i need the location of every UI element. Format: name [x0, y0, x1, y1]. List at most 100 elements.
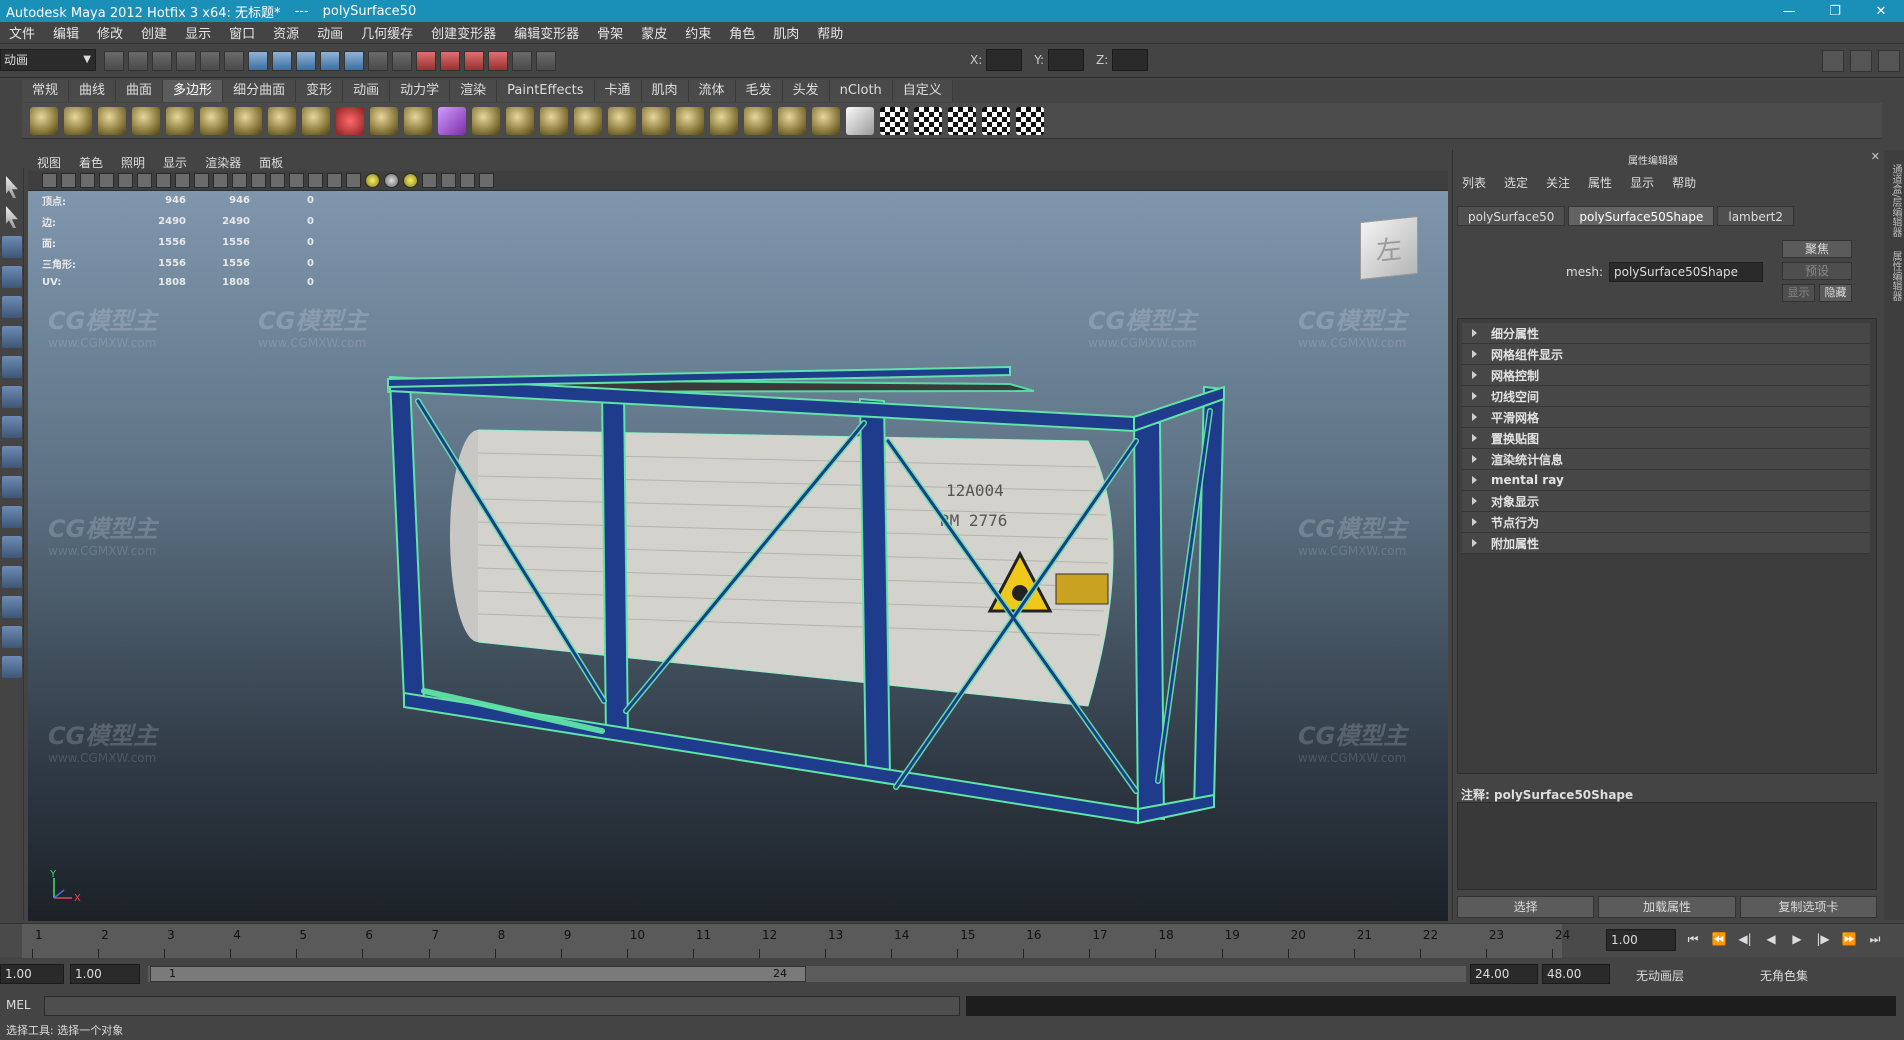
render-view-icon[interactable] [416, 51, 436, 71]
attribute-editor-toggle-icon[interactable] [1822, 50, 1844, 72]
menu-create-deformers[interactable]: 创建变形器 [422, 23, 505, 42]
uv-cylindrical-icon[interactable] [914, 107, 942, 135]
move-tool-icon[interactable] [2, 266, 22, 288]
playback-start-field[interactable]: 1.00 [70, 964, 140, 984]
section-smooth-mesh[interactable]: 平滑网格 [1462, 407, 1870, 428]
paint-select-tool-icon[interactable] [2, 236, 22, 258]
safe-action-icon[interactable] [251, 173, 266, 188]
menu-modify[interactable]: 修改 [88, 23, 132, 42]
shelf-tab-surfaces[interactable]: 曲面 [116, 80, 164, 102]
shelf-tab-dynamics[interactable]: 动力学 [390, 80, 451, 102]
split-polygon-icon[interactable] [574, 107, 602, 135]
menu-create[interactable]: 创建 [132, 23, 176, 42]
merge-vertices-icon[interactable] [710, 107, 738, 135]
select-hierarchy-icon[interactable] [176, 51, 196, 71]
panel-menu-renderer[interactable]: 渲染器 [196, 154, 250, 171]
scale-tool-icon[interactable] [2, 326, 22, 348]
use-all-lights-icon[interactable] [384, 173, 399, 188]
uv-spherical-icon[interactable] [948, 107, 976, 135]
poly-cylinder-icon[interactable] [98, 107, 126, 135]
show-button[interactable]: 显示 [1782, 284, 1815, 302]
snap-grid-icon[interactable] [248, 51, 268, 71]
wireframe-on-shaded-icon[interactable] [327, 173, 342, 188]
load-attributes-button[interactable]: 加载属性 [1598, 896, 1736, 918]
manipulator-tool-icon[interactable] [2, 356, 22, 378]
range-bar[interactable]: 1 24 [148, 966, 1466, 982]
shelf-tab-painteffects[interactable]: PaintEffects [497, 80, 595, 102]
ae-menu-help[interactable]: 帮助 [1663, 174, 1705, 191]
anim-layer-label[interactable]: 无动画层 [1636, 967, 1684, 984]
section-displacement-map[interactable]: 置换贴图 [1462, 428, 1870, 449]
tab-material[interactable]: lambert2 [1717, 206, 1795, 226]
insert-edge-loop-icon[interactable] [608, 107, 636, 135]
command-input[interactable] [44, 996, 960, 1016]
shelf-tab-general[interactable]: 常规 [22, 80, 70, 102]
section-extra-attributes[interactable]: 附加属性 [1462, 533, 1870, 554]
ae-menu-selected[interactable]: 选定 [1495, 174, 1537, 191]
bridge-icon[interactable] [506, 107, 534, 135]
select-button[interactable]: 选择 [1457, 896, 1595, 918]
reduce-icon[interactable] [812, 107, 840, 135]
bookmark-icon[interactable] [80, 173, 95, 188]
render-current-icon[interactable] [440, 51, 460, 71]
section-render-stats[interactable]: 渲染统计信息 [1462, 449, 1870, 470]
last-tool-icon[interactable] [2, 446, 22, 468]
menu-skin[interactable]: 蒙皮 [632, 23, 676, 42]
step-back-frame-button[interactable]: ◀| [1736, 932, 1754, 947]
step-forward-key-button[interactable]: ⏩ [1840, 932, 1858, 947]
menu-skeleton[interactable]: 骨架 [588, 23, 632, 42]
time-ruler[interactable]: 1 2 3 4 5 6 7 8 9 10 11 12 13 14 15 16 17 18 19 20 21 22 23 24 [22, 924, 1570, 958]
gate-mask-icon[interactable] [213, 173, 228, 188]
select-tool-icon[interactable] [6, 176, 18, 198]
layout-persp-outliner-icon[interactable] [2, 566, 22, 588]
notes-field[interactable] [1457, 802, 1877, 890]
poly-pipe-icon[interactable] [268, 107, 296, 135]
shadows-icon[interactable] [403, 173, 418, 188]
poly-torus-icon[interactable] [200, 107, 228, 135]
animation-start-field[interactable]: 1.00 [0, 964, 64, 984]
restore-button[interactable]: ❐ [1812, 0, 1858, 22]
section-node-behavior[interactable]: 节点行为 [1462, 512, 1870, 533]
layout-four-icon[interactable] [2, 506, 22, 528]
ae-menu-attributes[interactable]: 属性 [1579, 174, 1621, 191]
uv-automatic-icon[interactable] [982, 107, 1010, 135]
textured-icon[interactable] [346, 173, 361, 188]
section-component-display[interactable]: 网格组件显示 [1462, 344, 1870, 365]
poly-plane-icon[interactable] [166, 107, 194, 135]
go-to-end-button[interactable]: ⏭ [1866, 932, 1884, 947]
mel-label[interactable]: MEL [6, 998, 31, 1012]
go-to-start-button[interactable]: ⏮ [1684, 932, 1702, 947]
select-component-icon[interactable] [224, 51, 244, 71]
tool-settings-toggle-icon[interactable] [1850, 50, 1872, 72]
shelf-tab-polygons[interactable]: 多边形 [163, 80, 224, 102]
shelf-tab-fluids[interactable]: 流体 [688, 80, 736, 102]
menu-muscle[interactable]: 肌肉 [764, 23, 808, 42]
poly-cube-icon[interactable] [64, 107, 92, 135]
ae-menu-focus[interactable]: 关注 [1537, 174, 1579, 191]
2d-pan-zoom-icon[interactable] [118, 173, 133, 188]
ae-menu-list[interactable]: 列表 [1453, 174, 1495, 191]
grease-pencil-icon[interactable] [137, 173, 152, 188]
menu-animate[interactable]: 动画 [308, 23, 352, 42]
image-plane-icon[interactable] [99, 173, 114, 188]
uv-planar-icon[interactable] [880, 107, 908, 135]
focus-button[interactable]: 聚焦 [1782, 240, 1852, 258]
menu-edit[interactable]: 编辑 [44, 23, 88, 42]
smooth-shade-icon[interactable] [308, 173, 323, 188]
panel-menu-lighting[interactable]: 照明 [112, 154, 154, 171]
extrude-icon[interactable] [472, 107, 500, 135]
x-field[interactable] [986, 49, 1023, 71]
layout-hypershade-icon[interactable] [2, 626, 22, 648]
save-scene-icon[interactable] [152, 51, 172, 71]
soft-mod-tool-icon[interactable] [2, 386, 22, 408]
section-subdivision[interactable]: 细分属性 [1462, 323, 1870, 344]
close-button[interactable]: ✕ [1858, 0, 1904, 22]
menu-window[interactable]: 窗口 [220, 23, 264, 42]
poly-combine-icon[interactable] [336, 107, 364, 135]
hud-toggle-icon[interactable] [479, 173, 494, 188]
history-icon[interactable] [368, 51, 388, 71]
append-polygon-icon[interactable] [540, 107, 568, 135]
menu-assets[interactable]: 资源 [264, 23, 308, 42]
resolution-gate-icon[interactable] [194, 173, 209, 188]
menu-character[interactable]: 角色 [720, 23, 764, 42]
